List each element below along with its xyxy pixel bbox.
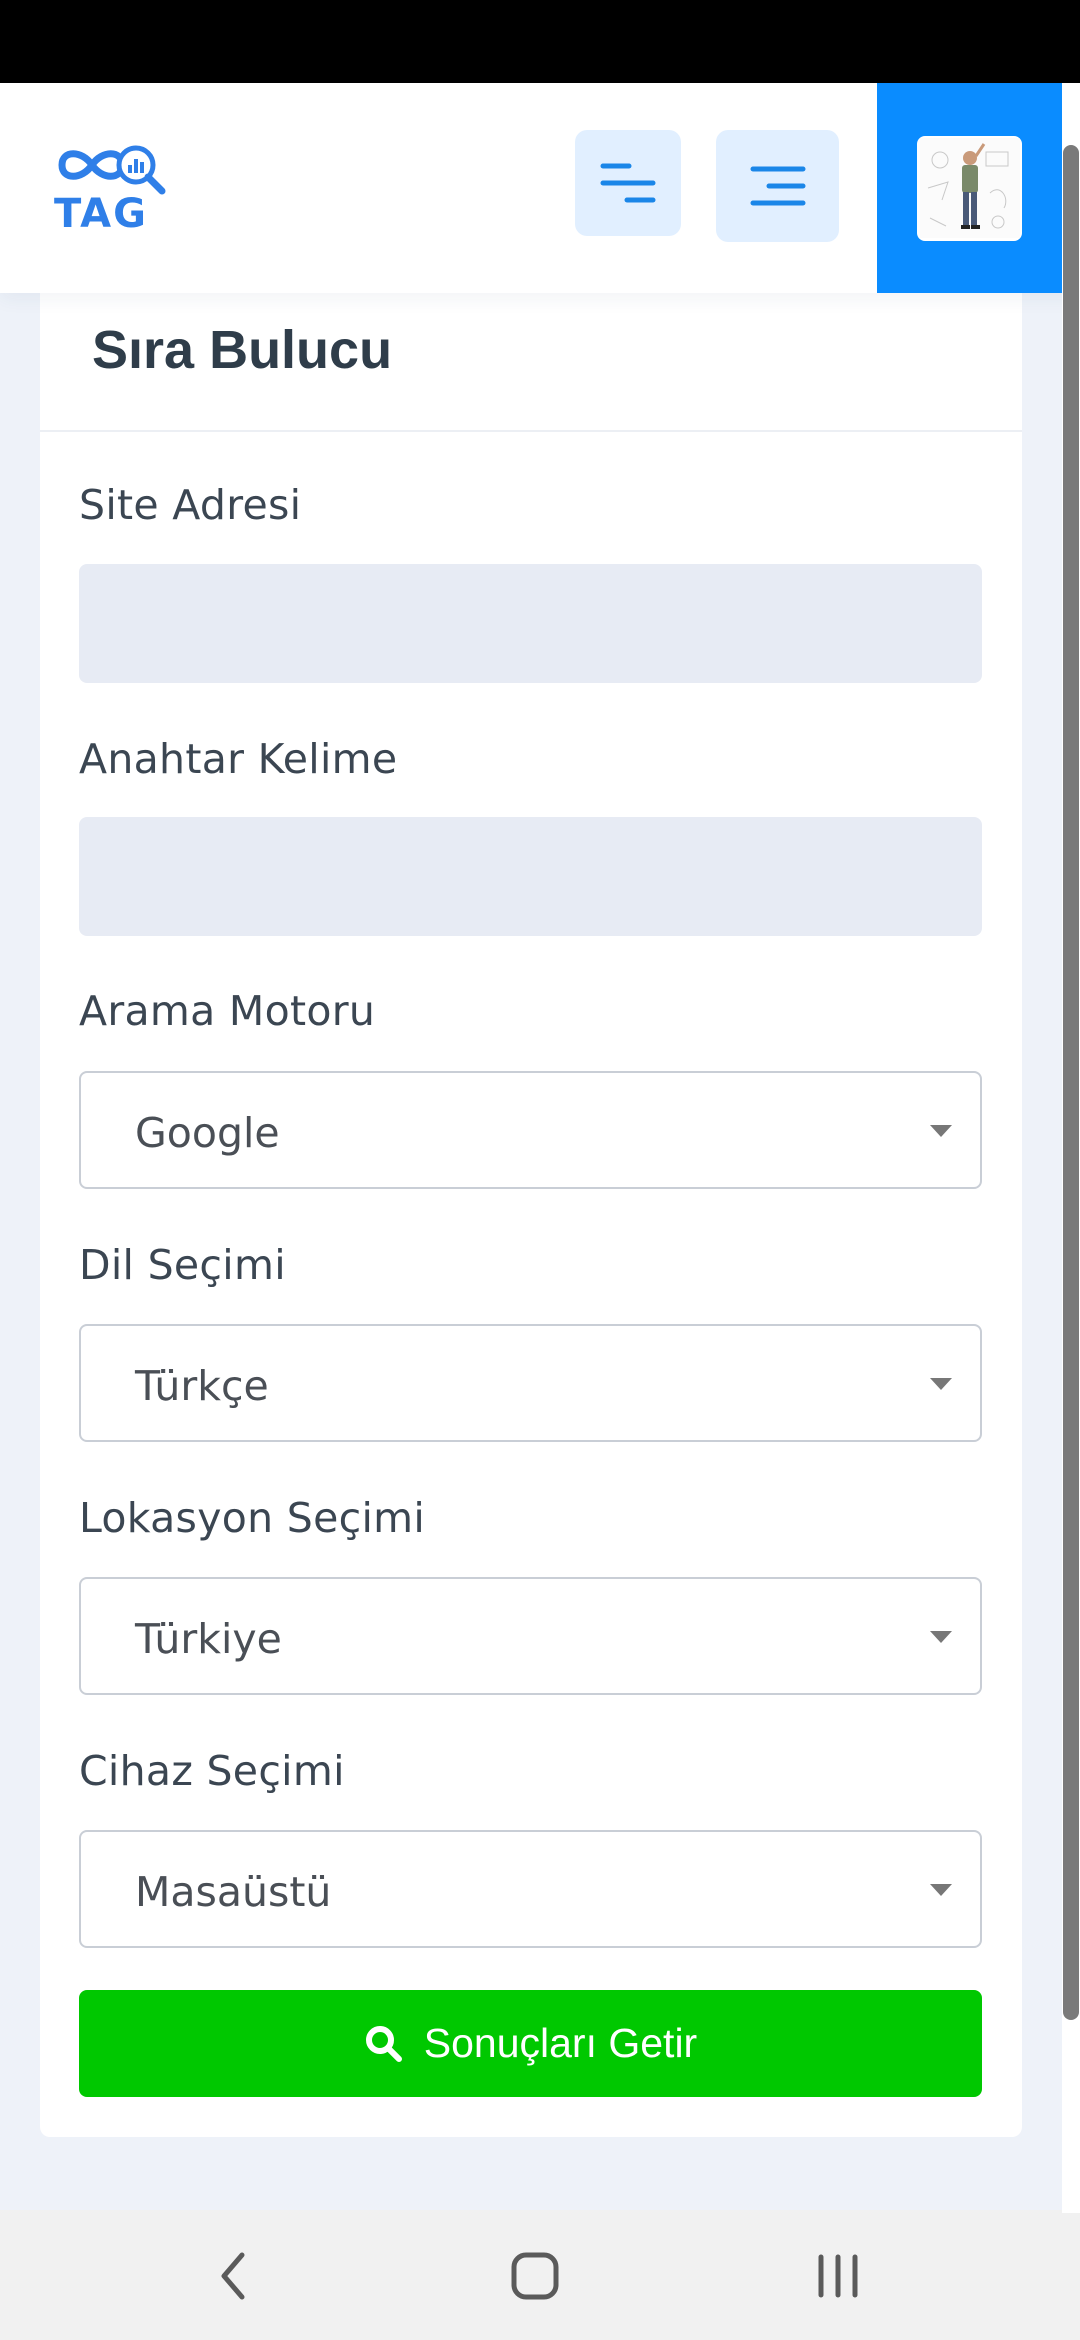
chevron-down-icon xyxy=(930,1378,952,1390)
avatar xyxy=(917,135,1022,241)
device-select[interactable]: Masaüstü xyxy=(79,1830,982,1948)
search-engine-select[interactable]: Google xyxy=(79,1071,982,1189)
back-icon xyxy=(221,2252,245,2300)
chevron-down-icon xyxy=(930,1631,952,1643)
tag-logo[interactable]: TAG xyxy=(52,135,172,237)
search-engine-label: Arama Motoru xyxy=(79,987,376,1035)
rank-finder-card: Sıra Bulucu Site Adresi Anahtar Kelime A… xyxy=(40,293,1022,2137)
get-results-button[interactable]: Sonuçları Getir xyxy=(79,1990,982,2097)
top-header: TAG xyxy=(0,83,1080,293)
home-icon xyxy=(511,2252,559,2300)
chevron-down-icon xyxy=(930,1125,952,1137)
device-label: Cihaz Seçimi xyxy=(79,1747,345,1795)
chevron-down-icon xyxy=(930,1884,952,1896)
user-menu-button[interactable] xyxy=(877,83,1062,293)
sidebar-toggle-button[interactable] xyxy=(575,130,681,236)
menu-left-icon xyxy=(600,163,656,203)
status-bar xyxy=(0,0,1080,83)
menu-toggle-button[interactable] xyxy=(716,130,839,242)
nav-recents-button[interactable] xyxy=(803,2246,873,2306)
language-select[interactable]: Türkçe xyxy=(79,1324,982,1442)
site-address-input[interactable] xyxy=(79,564,982,683)
search-engine-value: Google xyxy=(135,1109,280,1157)
language-value: Türkçe xyxy=(135,1362,269,1410)
nav-back-button[interactable] xyxy=(198,2246,268,2306)
user-avatar-icon xyxy=(919,138,1020,238)
search-icon xyxy=(365,2025,402,2062)
location-value: Türkiye xyxy=(135,1615,282,1663)
menu-right-icon xyxy=(750,166,805,206)
divider xyxy=(40,430,1022,432)
site-address-label: Site Adresi xyxy=(79,481,302,529)
device-value: Masaüstü xyxy=(135,1868,332,1916)
logo-icon xyxy=(58,145,166,195)
keyword-input[interactable] xyxy=(79,817,982,936)
system-nav-bar xyxy=(0,2210,1080,2340)
get-results-label: Sonuçları Getir xyxy=(423,2020,698,2066)
location-select[interactable]: Türkiye xyxy=(79,1577,982,1695)
language-label: Dil Seçimi xyxy=(79,1241,286,1289)
page-title: Sıra Bulucu xyxy=(92,320,393,380)
nav-home-button[interactable] xyxy=(500,2246,570,2306)
scrollbar-thumb[interactable] xyxy=(1063,145,1079,2020)
recents-icon xyxy=(818,2254,858,2298)
logo-text: TAG xyxy=(54,191,148,237)
location-label: Lokasyon Seçimi xyxy=(79,1494,426,1542)
keyword-label: Anahtar Kelime xyxy=(79,735,398,783)
